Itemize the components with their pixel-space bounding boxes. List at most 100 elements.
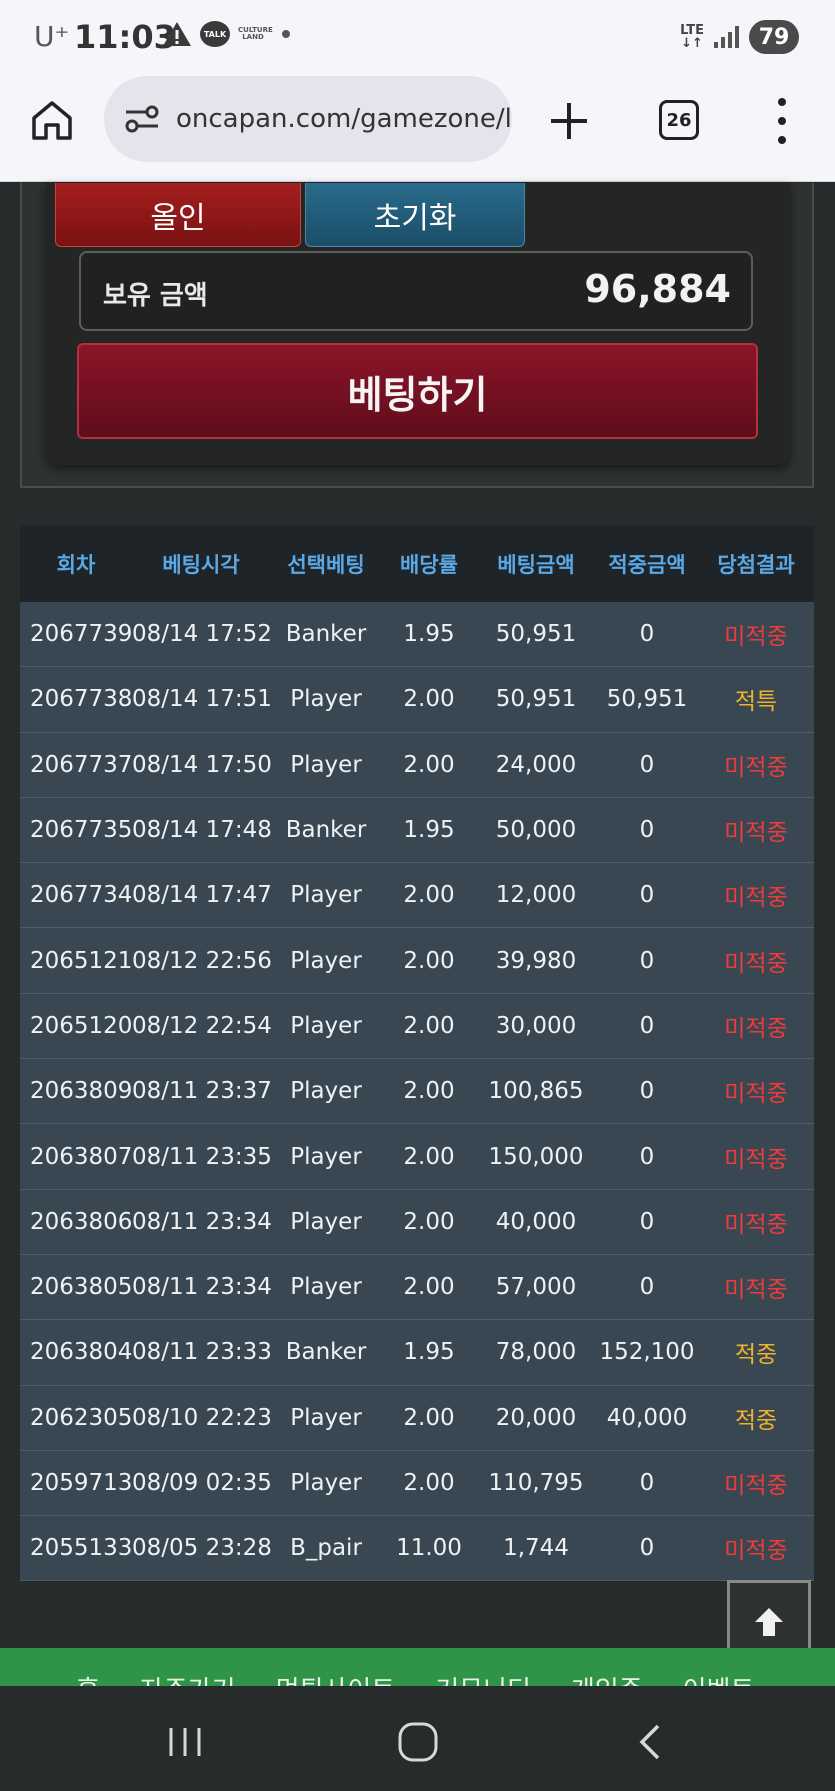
balance-field: 보유 금액 96,884	[79, 251, 753, 331]
battery-icon: 79	[749, 20, 799, 54]
cell-round: 2067739	[30, 621, 133, 648]
cell-odds: 2.00	[403, 882, 455, 909]
cell-result: 미적중	[724, 1081, 788, 1108]
cell-choice: Banker	[285, 621, 367, 648]
cell-win-amount: 0	[639, 1078, 655, 1105]
table-row: 2067739 08/14 17:52 Banker 1.95 50,951 0 미적중	[20, 602, 814, 668]
footer-link[interactable]: 커뮤니티	[435, 1670, 531, 1686]
tabs-icon[interactable]: 26	[659, 100, 699, 140]
tune-icon[interactable]	[124, 104, 160, 134]
footer-link[interactable]: 홈	[76, 1670, 100, 1686]
cell-bet-time: 08/14 17:50	[132, 751, 272, 778]
cell-win-amount: 0	[639, 1208, 655, 1235]
home-icon[interactable]	[30, 98, 74, 142]
footer-link[interactable]: 게임존	[571, 1670, 643, 1686]
allin-button[interactable]: 올인	[55, 183, 301, 247]
table-header: 회차 베팅시각 선택베팅 배당률 베팅금액 적중금액 당첨결과	[20, 526, 814, 602]
cell-round: 2067737	[30, 751, 133, 778]
footer-link[interactable]: 먹튀사이트	[276, 1670, 396, 1686]
cell-bet-time: 08/14 17:51	[132, 686, 272, 713]
cell-result: 미적중	[724, 1538, 788, 1565]
cell-result: 미적중	[724, 885, 788, 912]
cell-choice: Banker	[285, 1339, 367, 1366]
cell-bet-time: 08/12 22:56	[132, 947, 272, 974]
more-vert-icon[interactable]	[772, 98, 792, 144]
plus-icon[interactable]	[548, 100, 590, 142]
cell-odds: 2.00	[403, 1208, 455, 1235]
cell-result: 적특	[734, 689, 778, 716]
cell-bet-time: 08/14 17:52	[132, 621, 272, 648]
footer-link[interactable]: 자주가기	[140, 1670, 236, 1686]
cell-round: 2065121	[30, 947, 133, 974]
cell-win-amount: 0	[639, 1535, 655, 1562]
culture-land-icon: CULTURE LAND	[238, 26, 273, 41]
cell-win-amount: 0	[639, 621, 655, 648]
cell-bet-time: 08/11 23:35	[132, 1143, 272, 1170]
header-win-amount: 적중금액	[608, 553, 686, 577]
cell-odds: 1.95	[403, 817, 455, 844]
cell-odds: 2.00	[403, 686, 455, 713]
home-circle-icon[interactable]	[396, 1722, 440, 1762]
cell-choice: Player	[290, 686, 362, 713]
footer-links: 홈 자주가기 먹튀사이트 커뮤니티 게임존 이벤트	[76, 1670, 754, 1686]
cell-round: 2059713	[30, 1470, 133, 1496]
talk-icon: TALK	[200, 21, 230, 47]
table-row: 2067738 08/14 17:51 Player 2.00 50,951 50,951…	[20, 667, 814, 733]
cell-choice: Player	[290, 1078, 362, 1105]
recents-icon[interactable]	[163, 1722, 207, 1762]
table-row: 2063807 08/11 23:35 Player 2.00 150,000 0 미적중	[20, 1124, 814, 1190]
cell-win-amount: 0	[639, 1274, 655, 1301]
status-bar: U⁺ 11:03 TALK CULTURE LAND LTE ↓↑ 79	[0, 0, 835, 72]
cell-round: 2063807	[30, 1143, 133, 1170]
table-row: 2067734 08/14 17:47 Player 2.00 12,000 0 미적중	[20, 863, 814, 929]
back-icon[interactable]	[630, 1722, 674, 1762]
cell-bet-amount: 40,000	[495, 1208, 577, 1235]
cell-choice: Player	[290, 882, 362, 909]
cell-bet-time: 08/11 23:34	[132, 1274, 272, 1301]
cell-bet-time: 08/11 23:37	[132, 1078, 272, 1105]
system-icons: LTE ↓↑ 79	[680, 20, 799, 54]
carrier-label: U⁺	[34, 20, 70, 53]
notification-icons: TALK CULTURE LAND	[162, 20, 290, 48]
address-bar[interactable]: oncapan.com/gamezone/l	[104, 76, 512, 162]
cell-win-amount: 0	[639, 947, 655, 974]
cell-bet-amount: 100,865	[488, 1078, 584, 1105]
url-text: oncapan.com/gamezone/l	[176, 104, 512, 134]
table-body: 2067739 08/14 17:52 Banker 1.95 50,951 0 미적중 20…	[20, 602, 814, 1582]
table-row: 2067737 08/14 17:50 Player 2.00 24,000 0 미적중	[20, 732, 814, 798]
cell-win-amount: 0	[639, 751, 655, 778]
cell-round: 2067734	[30, 882, 133, 909]
cell-win-amount: 40,000	[606, 1404, 688, 1431]
cell-odds: 2.00	[403, 1012, 455, 1039]
header-round: 회차	[56, 553, 96, 577]
cell-result: 미적중	[724, 754, 788, 781]
table-row: 2065120 08/12 22:54 Player 2.00 30,000 0 미적중	[20, 993, 814, 1060]
cell-win-amount: 50,951	[606, 686, 688, 713]
cell-bet-time: 08/10 22:23	[132, 1404, 272, 1431]
cell-bet-time: 08/14 17:47	[132, 882, 272, 909]
cell-choice: Player	[290, 1470, 362, 1496]
cell-round: 2055133	[30, 1535, 133, 1562]
cell-choice: Player	[290, 1404, 362, 1431]
clock: 11:03	[74, 18, 176, 56]
cell-result: 미적중	[724, 820, 788, 847]
cell-win-amount: 0	[639, 882, 655, 909]
footer-link[interactable]: 이벤트	[683, 1670, 755, 1686]
cell-choice: Player	[290, 947, 362, 974]
cell-choice: Player	[290, 1208, 362, 1235]
cell-odds: 1.95	[403, 1339, 455, 1366]
cell-choice: B_pair	[290, 1535, 362, 1562]
cell-bet-amount: 30,000	[495, 1012, 577, 1039]
cell-choice: Player	[290, 1274, 362, 1301]
cell-win-amount: 0	[639, 1143, 655, 1170]
cell-choice: Player	[290, 1012, 362, 1039]
arrow-up-icon	[755, 1608, 783, 1636]
cell-round: 2063806	[30, 1208, 133, 1235]
header-bet-time: 베팅시각	[162, 553, 240, 577]
reset-button[interactable]: 초기화	[305, 183, 525, 247]
cell-bet-time: 08/09 02:35	[132, 1470, 272, 1496]
cell-result: 미적중	[724, 1015, 788, 1042]
cell-win-amount: 0	[639, 1470, 655, 1496]
cell-result: 적중	[734, 1407, 778, 1434]
place-bet-button[interactable]: 베팅하기	[77, 343, 758, 439]
